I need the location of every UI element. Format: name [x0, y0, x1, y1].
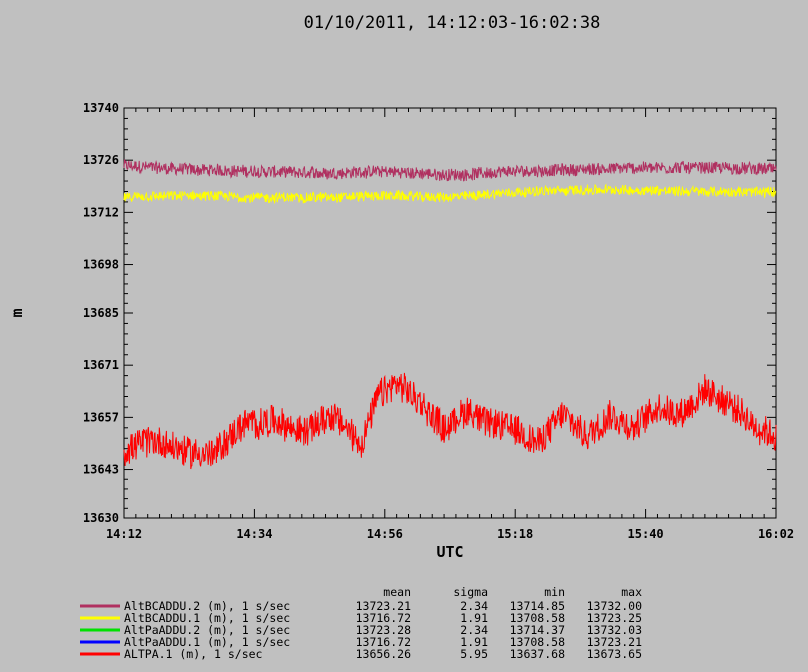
legend-label: ALTPA.1 (m), 1 s/sec	[124, 647, 262, 661]
x-tick-label: 16:02	[758, 527, 794, 541]
legend-stat-min: 13637.68	[510, 647, 565, 661]
legend-stat-max: 13673.65	[587, 647, 642, 661]
x-tick-label: 15:18	[497, 527, 533, 541]
x-tick-label: 14:12	[106, 527, 142, 541]
stats-header: mean sigma min max	[383, 585, 642, 599]
y-tick-label: 13630	[83, 511, 119, 525]
legend: AltBCADDU.2 (m), 1 s/sec 13723.21 2.34 1371…	[80, 599, 642, 661]
legend-stat-mean: 13656.26	[356, 647, 411, 661]
y-tick-label: 13685	[83, 306, 119, 320]
stats-header-sigma: sigma	[453, 585, 488, 599]
y-tick-label: 13671	[83, 358, 119, 372]
legend-stat-sigma: 5.95	[460, 647, 488, 661]
stats-header-max: max	[621, 585, 642, 599]
x-tick-label: 15:40	[628, 527, 664, 541]
y-axis-title: m	[8, 308, 26, 317]
chart: 01/10/2011, 14:12:03-16:02:38 13630 13643…	[8, 13, 794, 661]
x-axis-title: UTC	[436, 543, 463, 561]
stats-header-mean: mean	[383, 585, 411, 599]
stats-header-min: min	[544, 585, 565, 599]
y-tick-label: 13726	[83, 153, 119, 167]
y-tick-label: 13657	[83, 410, 119, 424]
y-tick-label: 13698	[83, 258, 119, 272]
chart-title: 01/10/2011, 14:12:03-16:02:38	[304, 13, 601, 33]
y-tick-label: 13643	[83, 463, 119, 477]
y-tick-label: 13740	[83, 101, 119, 115]
x-tick-label: 14:56	[367, 527, 403, 541]
x-tick-label: 14:34	[236, 527, 272, 541]
y-tick-label: 13712	[83, 205, 119, 219]
